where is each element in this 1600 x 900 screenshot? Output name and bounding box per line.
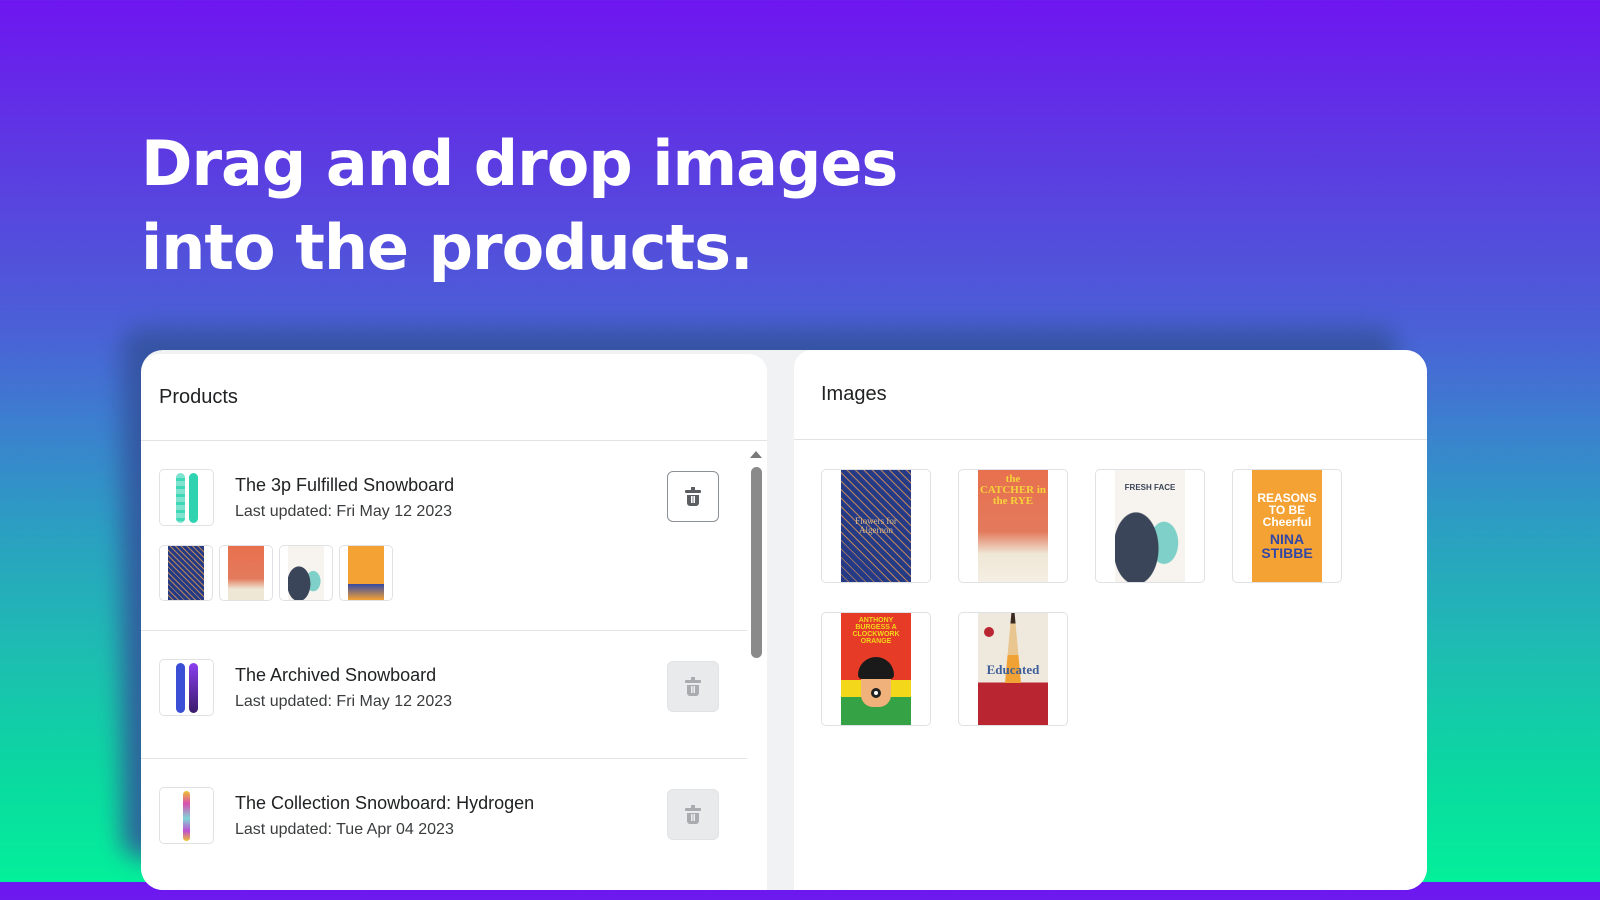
snowboard-blue-icon [175, 662, 185, 713]
attached-images [159, 545, 393, 601]
delete-product-button[interactable] [667, 661, 719, 712]
book-cover-image: Educated [978, 613, 1048, 725]
scrollbar-thumb[interactable] [751, 467, 762, 658]
snowboard-purple-icon [188, 662, 198, 713]
book-cover-image: Flowers for Algernon [841, 470, 911, 582]
image-reasons-to-be-cheerful[interactable]: REASONS TO BE Cheerful NINA STIBBE [1232, 469, 1342, 583]
trash-icon [685, 804, 701, 824]
book-cover-image: FRESH FACE [1115, 470, 1185, 582]
image-flowers-for-algernon[interactable]: Flowers for Algernon [821, 469, 931, 583]
delete-product-button[interactable] [667, 471, 719, 522]
trash-icon [685, 486, 701, 506]
image-fresh-face[interactable]: FRESH FACE [1095, 469, 1205, 583]
products-panel-title: Products [141, 354, 767, 441]
scroll-up-arrow-icon[interactable] [750, 451, 762, 458]
book-cover-image: the CATCHER in the RYE [978, 470, 1048, 582]
trash-icon [685, 676, 701, 696]
image-educated[interactable]: Educated [958, 612, 1068, 726]
book-cover-image: REASONS TO BE Cheerful NINA STIBBE [1252, 470, 1322, 582]
product-title: The Collection Snowboard: Hydrogen [235, 793, 535, 813]
product-title: The 3p Fulfilled Snowboard [235, 475, 455, 495]
images-panel-title: Images [794, 350, 1427, 440]
cover-text: FRESH FACE [1124, 483, 1176, 492]
cover-text: the CATCHER in the RYE [979, 473, 1047, 507]
attached-image-reasons-to-be-cheerful[interactable] [339, 545, 393, 601]
snowboard-teal-icon [188, 472, 198, 523]
products-panel: Products The 3p Fulfilled Snowboard Last… [141, 354, 767, 890]
product-thumbnail [159, 787, 214, 844]
seal-graphic [984, 627, 994, 637]
headline-line-1: Drag and drop images [141, 127, 898, 200]
image-clockwork-orange[interactable]: ANTHONY BURGESS A CLOCKWORK ORANGE [821, 612, 931, 726]
product-list: The 3p Fulfilled Snowboard Last updated:… [141, 441, 767, 890]
product-thumbnail [159, 469, 214, 526]
cover-text: ANTHONY BURGESS A CLOCKWORK ORANGE [852, 617, 900, 645]
image-gallery: Flowers for Algernon the CATCHER in the … [794, 440, 1427, 726]
attached-image-catcher-in-the-rye[interactable] [219, 545, 273, 601]
headline-line-2: into the products. [141, 211, 754, 284]
hero-headline: Drag and drop images into the products. [141, 122, 898, 290]
cover-text: Educated [986, 661, 1040, 677]
book-cover-image: ANTHONY BURGESS A CLOCKWORK ORANGE [841, 613, 911, 725]
snowboard-hydrogen-icon [183, 790, 190, 841]
attached-image-fresh-face[interactable] [279, 545, 333, 601]
product-row[interactable]: The Collection Snowboard: Hydrogen Last … [141, 759, 747, 887]
product-row[interactable]: The 3p Fulfilled Snowboard Last updated:… [141, 441, 747, 631]
product-row[interactable]: The Archived Snowboard Last updated: Fri… [141, 631, 747, 759]
product-thumbnail [159, 659, 214, 716]
cover-text: Flowers for Algernon [855, 516, 897, 535]
product-title: The Archived Snowboard [235, 665, 437, 685]
delete-product-button[interactable] [667, 789, 719, 840]
product-last-updated: Last updated: Tue Apr 04 2023 [235, 821, 454, 838]
face-graphic [861, 679, 891, 707]
cover-author: NINA STIBBE [1261, 531, 1313, 561]
bowler-hat-graphic [858, 657, 894, 679]
snowboard-teal-icon [175, 472, 185, 523]
images-panel: Images Flowers for Algernon the CATCHER … [794, 350, 1427, 890]
app-window: Products The 3p Fulfilled Snowboard Last… [141, 350, 1427, 890]
product-list-scrollbar[interactable] [747, 441, 765, 890]
cover-text: REASONS TO BE Cheerful [1257, 491, 1317, 529]
product-last-updated: Last updated: Fri May 12 2023 [235, 503, 453, 520]
product-last-updated: Last updated: Fri May 12 2023 [235, 693, 453, 710]
attached-image-flowers-for-algernon[interactable] [159, 545, 213, 601]
image-catcher-in-the-rye[interactable]: the CATCHER in the RYE [958, 469, 1068, 583]
